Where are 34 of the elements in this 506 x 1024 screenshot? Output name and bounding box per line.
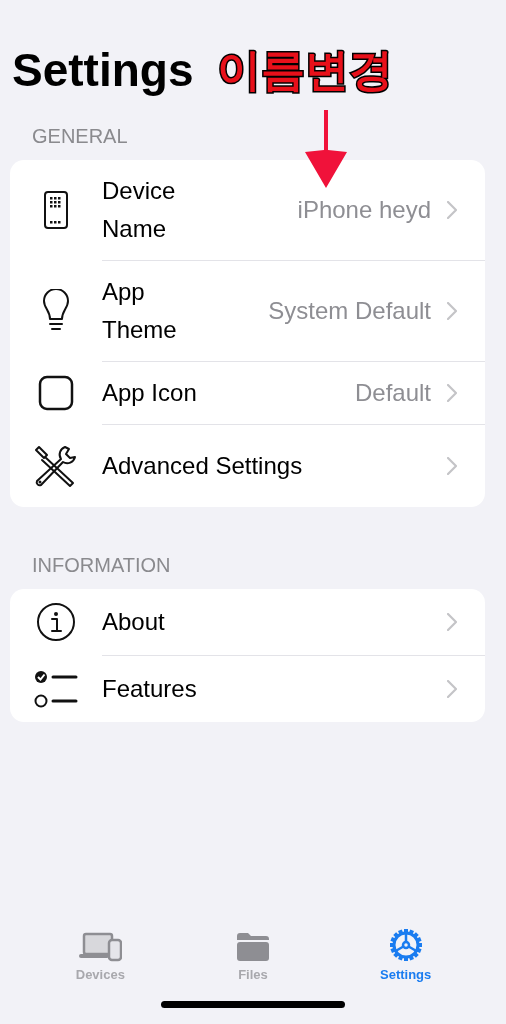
row-label: Advanced Settings: [102, 451, 303, 481]
annotation-arrow-icon: [304, 110, 348, 188]
chevron-icon: [447, 201, 457, 219]
row-label: Features: [102, 674, 197, 704]
section-header: GENERAL: [31, 126, 129, 146]
settings-row[interactable]: Features: [10, 655, 485, 722]
folder-icon: [235, 931, 271, 962]
laptop-phone-icon: [78, 931, 123, 962]
checklist-icon: [34, 668, 78, 709]
row-label: App Theme: [102, 277, 178, 345]
tab-bar-item[interactable]: Settings: [355, 927, 456, 984]
settings-row[interactable]: App Icon Default: [10, 361, 485, 424]
settings-row[interactable]: Device Name iPhone heyd: [10, 160, 485, 260]
section-header: INFORMATION: [31, 555, 172, 575]
row-label: App Icon: [102, 378, 198, 408]
settings-row[interactable]: About: [10, 589, 485, 655]
chevron-icon: [447, 384, 457, 402]
row-value: System Default: [268, 296, 431, 326]
chevron-icon: [447, 613, 457, 631]
info-icon: [36, 602, 76, 642]
row-label: Device Name: [102, 176, 177, 244]
gear-icon: [388, 927, 423, 962]
row-value: iPhone heyd: [297, 195, 431, 225]
rounded-square-icon: [38, 374, 74, 411]
settings-row[interactable]: App Theme System Default: [10, 260, 485, 361]
chevron-icon: [447, 302, 457, 320]
row-value: Default: [354, 378, 431, 408]
row-label: About: [102, 607, 165, 637]
lightbulb-icon: [42, 288, 70, 333]
annotation-text: 이름변경: [217, 48, 394, 92]
chevron-icon: [447, 457, 457, 475]
settings-row[interactable]: Advanced Settings: [10, 424, 485, 507]
phone-icon: [43, 190, 69, 230]
chevron-icon: [447, 680, 457, 698]
